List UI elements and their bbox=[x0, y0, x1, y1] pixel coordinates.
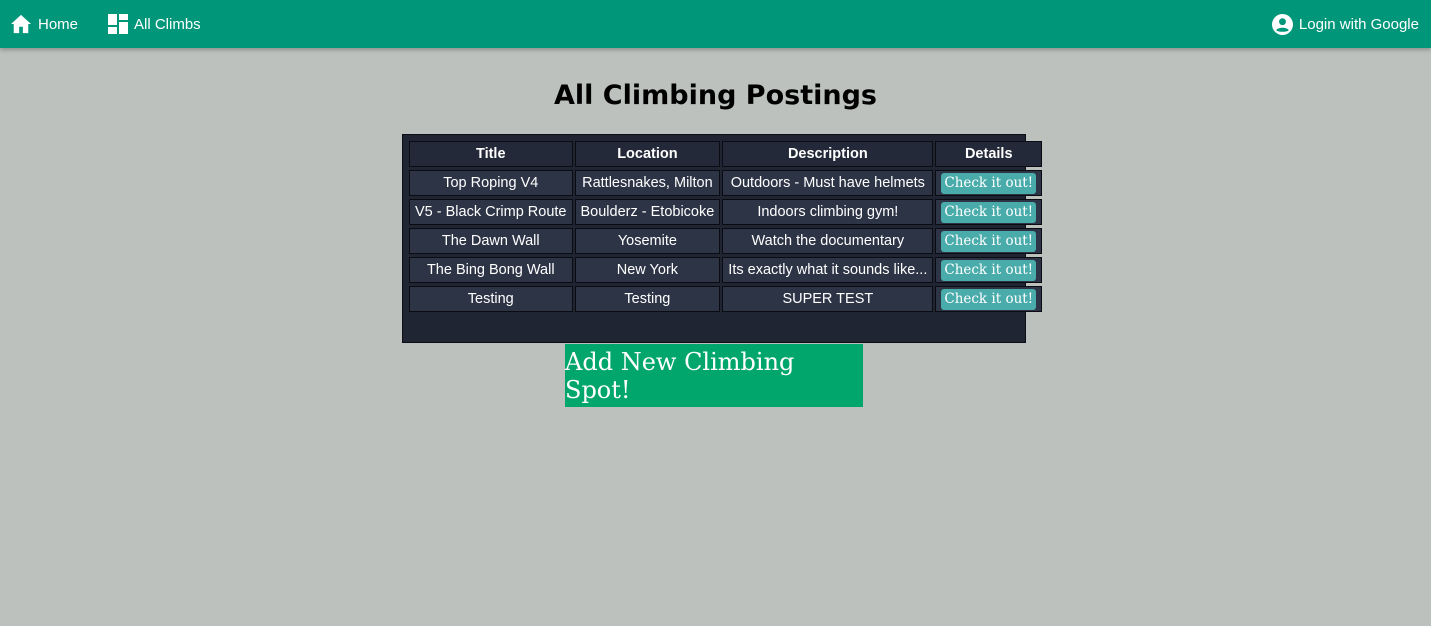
dashboard-icon bbox=[108, 14, 128, 34]
check-it-out-button[interactable]: Check it out! bbox=[941, 288, 1037, 310]
add-new-climbing-spot-button[interactable]: Add New Climbing Spot! bbox=[565, 344, 863, 407]
home-icon bbox=[10, 14, 32, 34]
nav-all-climbs-label: All Climbs bbox=[134, 15, 201, 33]
cell-description: Its exactly what it sounds like... bbox=[722, 257, 934, 283]
cell-description: Watch the documentary bbox=[722, 228, 934, 254]
cell-location: Yosemite bbox=[574, 228, 721, 254]
column-header-title: Title bbox=[409, 141, 573, 167]
cell-details: Check it out! bbox=[935, 199, 1043, 225]
check-it-out-button[interactable]: Check it out! bbox=[941, 230, 1037, 252]
table-row: V5 - Black Crimp Route Boulderz - Etobic… bbox=[409, 199, 1043, 225]
table-row: Top Roping V4 Rattlesnakes, Milton Outdo… bbox=[409, 170, 1043, 196]
cell-title: Top Roping V4 bbox=[409, 170, 573, 196]
cell-location: Boulderz - Etobicoke bbox=[574, 199, 721, 225]
table-header-row: Title Location Description Details bbox=[409, 141, 1043, 167]
nav-home-label: Home bbox=[38, 15, 79, 33]
cell-location: New York bbox=[574, 257, 721, 283]
page-title: All Climbing Postings bbox=[554, 80, 877, 111]
cell-description: Outdoors - Must have helmets bbox=[722, 170, 934, 196]
table-row: The Bing Bong Wall New York Its exactly … bbox=[409, 257, 1043, 283]
table-row: The Dawn Wall Yosemite Watch the documen… bbox=[409, 228, 1043, 254]
cell-details: Check it out! bbox=[935, 170, 1043, 196]
cell-title: The Dawn Wall bbox=[409, 228, 573, 254]
climbs-table-container: Title Location Description Details Top R… bbox=[402, 134, 1043, 343]
column-header-location: Location bbox=[574, 141, 721, 167]
cell-location: Testing bbox=[574, 286, 721, 312]
cell-description: SUPER TEST bbox=[722, 286, 934, 312]
login-label: Login with Google bbox=[1298, 15, 1419, 33]
login-with-google-button[interactable]: Login with Google bbox=[1271, 0, 1419, 48]
cell-details: Check it out! bbox=[935, 228, 1043, 254]
cell-description: Indoors climbing gym! bbox=[722, 199, 934, 225]
cell-title: V5 - Black Crimp Route bbox=[409, 199, 573, 225]
cell-location: Rattlesnakes, Milton bbox=[574, 170, 721, 196]
cell-details: Check it out! bbox=[935, 257, 1043, 283]
check-it-out-button[interactable]: Check it out! bbox=[941, 172, 1037, 194]
nav-home-link[interactable]: Home bbox=[10, 0, 78, 48]
check-it-out-button[interactable]: Check it out! bbox=[941, 201, 1037, 223]
account-circle-icon bbox=[1271, 13, 1293, 35]
cell-title: Testing bbox=[409, 286, 573, 312]
top-navbar: Home All Climbs Login with Google bbox=[0, 0, 1431, 48]
cell-details: Check it out! bbox=[935, 286, 1043, 312]
check-it-out-button[interactable]: Check it out! bbox=[941, 259, 1037, 281]
table-row: Testing Testing SUPER TEST Check it out! bbox=[409, 286, 1043, 312]
nav-all-climbs-link[interactable]: All Climbs bbox=[108, 0, 201, 48]
column-header-description: Description bbox=[722, 141, 934, 167]
cell-title: The Bing Bong Wall bbox=[409, 257, 573, 283]
column-header-details: Details bbox=[935, 141, 1043, 167]
climbs-table: Title Location Description Details Top R… bbox=[407, 138, 1044, 315]
